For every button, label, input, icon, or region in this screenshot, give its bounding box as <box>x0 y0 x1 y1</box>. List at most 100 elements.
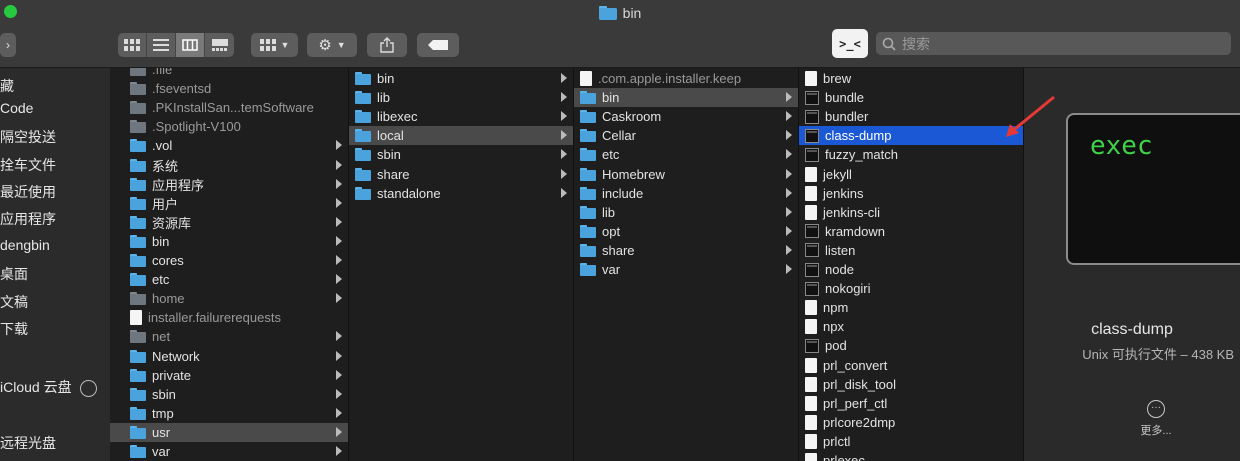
sidebar-item[interactable]: 应用程序 <box>0 209 56 229</box>
file-row[interactable]: .com.apple.installer.keep <box>574 69 798 88</box>
file-row[interactable]: usr <box>110 422 348 442</box>
disclosure-arrow-icon <box>786 206 792 217</box>
action-button[interactable]: ⚙ ▼ <box>307 33 357 57</box>
folder-icon <box>580 148 596 162</box>
file-row[interactable]: Network <box>110 347 348 366</box>
file-row[interactable]: prlcore2dmp <box>799 413 1023 432</box>
search-field[interactable]: 搜索 <box>876 32 1231 55</box>
file-row[interactable]: var <box>574 260 798 279</box>
file-name: .Spotlight-V100 <box>152 119 241 135</box>
file-row[interactable]: npx <box>799 317 1023 336</box>
file-row[interactable]: listen <box>799 241 1023 260</box>
folder-icon <box>130 292 146 306</box>
file-row[interactable]: brew <box>799 69 1023 88</box>
file-row[interactable]: bundle <box>799 88 1023 107</box>
list-view-button[interactable] <box>147 33 176 57</box>
file-row[interactable]: 系统 <box>110 156 348 175</box>
sidebar-item[interactable]: 隔空投送 <box>0 127 56 147</box>
file-row[interactable]: Cellar <box>574 126 798 145</box>
file-row[interactable]: node <box>799 260 1023 279</box>
file-row[interactable]: prl_disk_tool <box>799 375 1023 394</box>
file-row[interactable]: .fseventsd <box>110 79 348 98</box>
file-row[interactable]: class-dump <box>799 126 1023 146</box>
file-row[interactable]: nokogiri <box>799 279 1023 298</box>
file-row[interactable]: home <box>110 289 348 308</box>
file-row[interactable]: opt <box>574 222 798 241</box>
file-row[interactable]: .vol <box>110 136 348 155</box>
file-row[interactable]: etc <box>110 270 348 289</box>
file-row[interactable]: sbin <box>110 385 348 404</box>
file-row[interactable]: .PKInstallSan...temSoftware <box>110 98 348 117</box>
sidebar-item-label: 应用程序 <box>0 211 56 227</box>
file-row[interactable]: libexec <box>349 107 573 126</box>
file-name: share <box>602 242 635 258</box>
gallery-view-button[interactable] <box>205 33 234 57</box>
file-row[interactable]: include <box>574 184 798 203</box>
file-row[interactable]: 应用程序 <box>110 175 348 194</box>
group-by-button[interactable]: ▼ <box>251 33 298 57</box>
file-row[interactable]: cores <box>110 251 348 270</box>
file-row[interactable]: sbin <box>349 145 573 164</box>
sidebar-item[interactable]: dengbin <box>0 237 50 253</box>
file-row[interactable]: Homebrew <box>574 165 798 184</box>
sidebar-item[interactable]: 文稿 <box>0 292 28 312</box>
file-row[interactable]: standalone <box>349 184 573 203</box>
file-row[interactable]: lib <box>574 203 798 222</box>
file-row[interactable]: npm <box>799 298 1023 317</box>
file-row[interactable]: Caskroom <box>574 107 798 126</box>
file-row[interactable]: var <box>110 442 348 461</box>
file-row[interactable]: .file <box>110 68 348 79</box>
file-row[interactable]: bin <box>349 69 573 88</box>
file-row[interactable]: share <box>349 165 573 184</box>
columns-icon <box>182 39 198 51</box>
executable-icon <box>805 262 819 277</box>
file-row[interactable]: jenkins-cli <box>799 203 1023 222</box>
file-row[interactable]: 用户 <box>110 194 348 213</box>
gear-icon: ⚙ <box>318 37 332 54</box>
file-row[interactable]: pod <box>799 336 1023 355</box>
ellipsis-icon: ··· <box>1147 400 1165 418</box>
disclosure-arrow-icon <box>561 130 567 141</box>
file-row[interactable]: share <box>574 241 798 260</box>
sidebar-item[interactable]: 下载 <box>0 319 28 339</box>
share-button[interactable] <box>367 33 407 57</box>
file-row[interactable]: prlexec <box>799 451 1023 461</box>
file-row[interactable]: prl_convert <box>799 356 1023 375</box>
column-view-button[interactable] <box>176 33 205 57</box>
sidebar-item[interactable]: 藏 <box>0 76 14 96</box>
file-row[interactable]: bin <box>110 232 348 251</box>
sidebar-item[interactable]: 最近使用 <box>0 182 56 202</box>
file-row[interactable]: local <box>349 126 573 146</box>
disclosure-arrow-icon <box>336 255 342 265</box>
file-row[interactable]: fuzzy_match <box>799 145 1023 164</box>
file-name: pod <box>825 338 847 354</box>
file-row[interactable]: lib <box>349 88 573 107</box>
sidebar-item[interactable]: iCloud 云盘 <box>0 377 97 397</box>
sidebar-item[interactable]: 桌面 <box>0 264 28 284</box>
file-row[interactable]: installer.failurerequests <box>110 308 348 327</box>
sidebar-item[interactable]: 拴车文件 <box>0 155 56 175</box>
file-row[interactable]: tmp <box>110 404 348 423</box>
file-row[interactable]: bin <box>574 88 798 108</box>
file-row[interactable]: 资源库 <box>110 213 348 232</box>
file-row[interactable]: jenkins <box>799 184 1023 203</box>
forward-button[interactable]: › <box>0 33 16 57</box>
file-row[interactable]: etc <box>574 145 798 164</box>
file-row[interactable]: prl_perf_ctl <box>799 394 1023 413</box>
file-row[interactable]: prlctl <box>799 432 1023 451</box>
file-row[interactable]: bundler <box>799 107 1023 126</box>
view-mode-segmented-control[interactable] <box>118 33 234 57</box>
terminal-button[interactable]: >_< <box>832 29 868 58</box>
icon-view-button[interactable] <box>118 33 147 57</box>
sidebar-item[interactable]: Code <box>0 100 33 116</box>
file-row[interactable]: net <box>110 327 348 346</box>
file-row[interactable]: private <box>110 366 348 385</box>
file-row[interactable]: .Spotlight-V100 <box>110 117 348 136</box>
file-row[interactable]: kramdown <box>799 222 1023 241</box>
sidebar-item[interactable]: 远程光盘 <box>0 433 56 453</box>
preview-file-kind: Unix 可执行文件 – 438 KB <box>1082 347 1234 362</box>
more-button[interactable]: ··· 更多... <box>1138 400 1174 438</box>
tag-button[interactable] <box>417 33 459 57</box>
chevron-right-icon: › <box>6 38 10 52</box>
file-row[interactable]: jekyll <box>799 165 1023 184</box>
